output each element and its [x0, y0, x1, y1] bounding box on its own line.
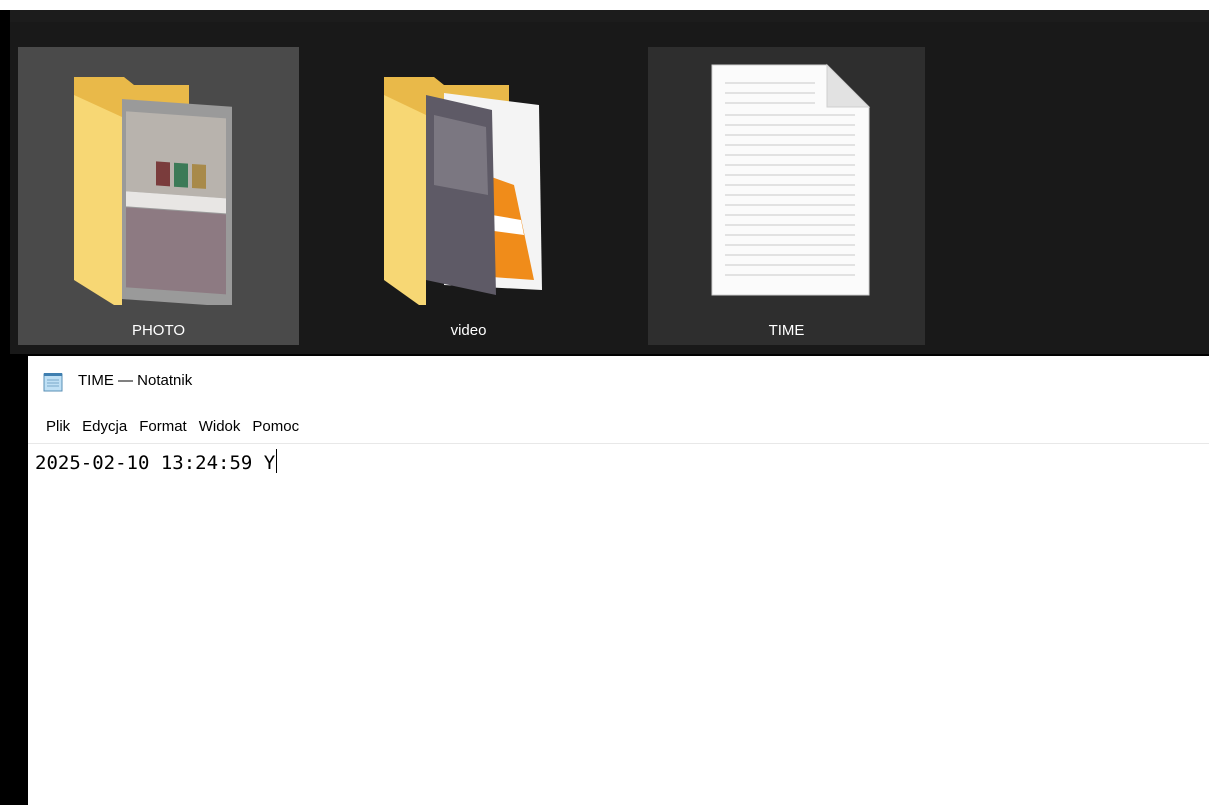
menu-edycja[interactable]: Edycja: [76, 418, 133, 435]
notepad-window: TIME — Notatnik Plik Edycja Format Widok…: [28, 356, 1209, 805]
file-explorer-view: PHOTO video TIME: [10, 10, 1209, 354]
photo-folder-icon: [73, 77, 232, 305]
file-item-label: video: [450, 322, 487, 339]
file-item-video[interactable]: video: [328, 47, 609, 345]
file-item-photo[interactable]: PHOTO: [18, 47, 299, 345]
menu-pomoc[interactable]: Pomoc: [246, 418, 305, 435]
text-file-icon: [711, 63, 870, 296]
video-folder-icon: [383, 77, 542, 305]
file-item-label: PHOTO: [131, 322, 186, 339]
menu-plik[interactable]: Plik: [40, 418, 76, 435]
screen-top-edge: [0, 0, 1209, 10]
menu-widok[interactable]: Widok: [193, 418, 247, 435]
title-bar[interactable]: TIME — Notatnik: [28, 356, 1209, 406]
file-item-time[interactable]: TIME: [648, 47, 925, 345]
text-editor[interactable]: 2025-02-10 13:24:59 Y: [28, 445, 1209, 805]
menu-format[interactable]: Format: [133, 418, 193, 435]
window-title: TIME — Notatnik: [78, 372, 193, 389]
file-item-label: TIME: [768, 322, 805, 339]
explorer-content-area: PHOTO video TIME: [10, 22, 1209, 354]
notepad-icon: [43, 373, 63, 392]
menu-divider: [28, 443, 1209, 444]
screen-left-edge: [0, 10, 10, 805]
text-caret: [276, 449, 278, 473]
menu-bar: Plik Edycja Format Widok Pomoc: [28, 411, 1209, 441]
editor-content: 2025-02-10 13:24:59 Y: [35, 449, 278, 474]
editor-text-line: 2025-02-10 13:24:59 Y: [35, 452, 276, 474]
